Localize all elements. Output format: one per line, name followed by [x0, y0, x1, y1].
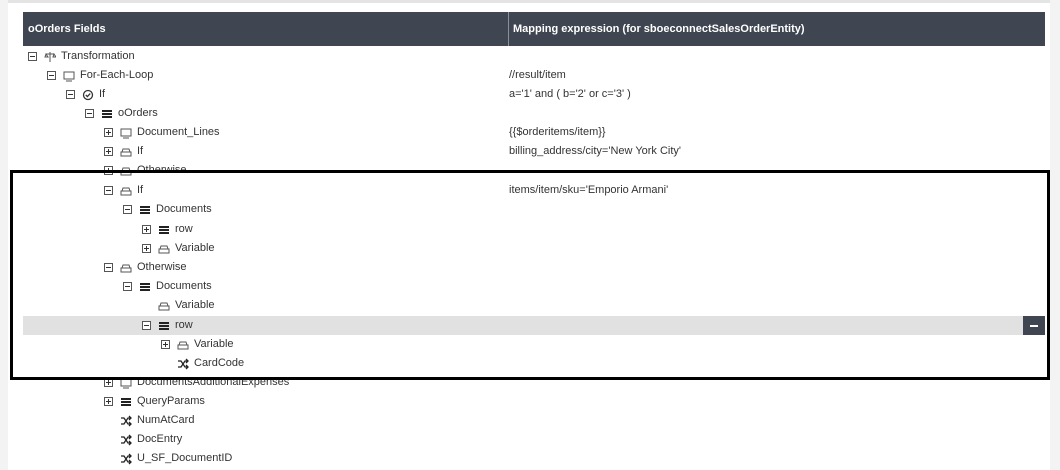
expand-toggle[interactable]	[104, 147, 113, 156]
transformation-icon	[44, 51, 56, 63]
tree-node-label: CardCode	[194, 357, 245, 369]
tree-node-label: DocumentsAdditionalExpenses	[137, 376, 290, 388]
tree-node-label: NumAtCard	[137, 414, 195, 426]
expand-toggle[interactable]	[104, 397, 113, 406]
tree-node-label: Variable	[175, 242, 215, 254]
table-header: oOrders Fields Mapping expression (for s…	[23, 12, 1045, 46]
list-icon	[139, 204, 151, 216]
loop-icon	[120, 377, 132, 389]
collapse-toggle[interactable]	[28, 52, 37, 61]
list-icon	[158, 224, 170, 236]
shuffle-icon	[120, 434, 132, 446]
collapse-toggle[interactable]	[104, 263, 113, 272]
expand-toggle[interactable]	[104, 128, 113, 137]
condition-icon	[120, 262, 132, 274]
condition-icon	[177, 339, 189, 351]
expand-toggle[interactable]	[104, 378, 113, 387]
condition-icon	[158, 300, 170, 312]
tree-row-transformation[interactable]: Transformation	[23, 47, 1045, 66]
tree-row-oorders[interactable]: oOrders	[23, 104, 1045, 123]
tree-node-label: U_SF_DocumentID	[137, 452, 233, 464]
tree-row-variable[interactable]: Variable	[23, 335, 1045, 354]
condition-icon	[120, 146, 132, 158]
condition-icon	[120, 185, 132, 197]
tree-row-cardcode[interactable]: CardCode	[23, 354, 1045, 373]
shuffle-icon	[177, 358, 189, 370]
mapping-expression[interactable]: //result/item	[509, 66, 566, 85]
tree-row-if[interactable]: If items/item/sku='Emporio Armani'	[23, 181, 1045, 200]
collapse-toggle[interactable]	[123, 205, 132, 214]
tree-row-documents[interactable]: Documents	[23, 277, 1045, 296]
mapping-expression[interactable]: items/item/sku='Emporio Armani'	[509, 181, 668, 200]
tree-node-label: DocEntry	[137, 433, 183, 445]
tree-node-label: QueryParams	[137, 395, 205, 407]
tree-node-label: row	[175, 319, 193, 331]
condition-icon	[120, 165, 132, 177]
mapping-expression[interactable]: a='1' and ( b='2' or c='3' )	[509, 85, 631, 104]
tree-node-label: Documents	[156, 280, 212, 292]
list-icon	[139, 281, 151, 293]
tree-row-numatcard[interactable]: NumAtCard	[23, 411, 1045, 430]
column-header-mapping[interactable]: Mapping expression (for sboeconnectSales…	[513, 12, 805, 46]
tree-row-row-selected[interactable]: row	[23, 316, 1045, 335]
expand-toggle[interactable]	[104, 166, 113, 175]
tree-row-variable[interactable]: Variable	[23, 296, 1045, 315]
tree-node-label: Documents	[156, 203, 212, 215]
collapse-toggle[interactable]	[142, 321, 151, 330]
tree-row-documents[interactable]: Documents	[23, 200, 1045, 219]
column-divider[interactable]	[508, 12, 509, 46]
tree-row-otherwise[interactable]: Otherwise	[23, 161, 1045, 180]
tree-row-for-each-loop[interactable]: For-Each-Loop //result/item	[23, 66, 1045, 85]
collapse-toggle[interactable]	[66, 90, 75, 99]
tree-node-label: If	[137, 145, 144, 157]
mapping-expression[interactable]: {{$orderitems/item}}	[509, 123, 606, 142]
window-top-edge	[0, 0, 1060, 3]
expand-toggle[interactable]	[142, 225, 151, 234]
tree-node-label: For-Each-Loop	[80, 69, 154, 81]
tree-row-u-sf-documentid[interactable]: U_SF_DocumentID	[23, 449, 1045, 468]
tree-row-row[interactable]: row	[23, 220, 1045, 239]
list-icon	[120, 396, 132, 408]
tree-node-label: row	[175, 223, 193, 235]
tree-row-documents-additional-expenses[interactable]: DocumentsAdditionalExpenses	[23, 373, 1045, 392]
shuffle-icon	[120, 453, 132, 465]
tree-node-label: Variable	[194, 338, 234, 350]
tree-node-label: Otherwise	[137, 261, 187, 273]
window-right-edge	[1050, 0, 1060, 470]
tree-node-label: oOrders	[118, 107, 158, 119]
tree-node-label: If	[99, 88, 106, 100]
collapse-toggle[interactable]	[123, 282, 132, 291]
tree-node-label: Variable	[175, 299, 215, 311]
tree-row-if[interactable]: If billing_address/city='New York City'	[23, 142, 1045, 161]
tree-row-otherwise[interactable]: Otherwise	[23, 258, 1045, 277]
collapse-toggle[interactable]	[104, 186, 113, 195]
shuffle-icon	[120, 415, 132, 427]
collapse-toggle[interactable]	[85, 109, 94, 118]
tree-row-queryparams[interactable]: QueryParams	[23, 392, 1045, 411]
tree-node-label: If	[137, 184, 144, 196]
tree-node-label: Document_Lines	[137, 126, 220, 138]
expand-toggle[interactable]	[142, 244, 151, 253]
tree-node-label: Transformation	[61, 50, 135, 62]
tree-row-docentry[interactable]: DocEntry	[23, 430, 1045, 449]
loop-icon	[63, 70, 75, 82]
condition-icon	[158, 243, 170, 255]
list-icon	[158, 320, 170, 332]
mapping-expression[interactable]: billing_address/city='New York City'	[509, 142, 681, 161]
column-header-fields[interactable]: oOrders Fields	[23, 12, 512, 46]
tree-node-label: Otherwise	[137, 164, 187, 176]
collapse-toggle[interactable]	[47, 71, 56, 80]
list-icon	[101, 108, 113, 120]
loop-icon	[120, 127, 132, 139]
collapse-row-button[interactable]	[1023, 316, 1045, 335]
check-circle-icon	[82, 89, 94, 101]
tree-row-if[interactable]: If a='1' and ( b='2' or c='3' )	[23, 85, 1045, 104]
tree-row-document-lines[interactable]: Document_Lines {{$orderitems/item}}	[23, 123, 1045, 142]
window-left-edge	[0, 0, 8, 470]
expand-toggle[interactable]	[161, 340, 170, 349]
tree-row-variable[interactable]: Variable	[23, 239, 1045, 258]
